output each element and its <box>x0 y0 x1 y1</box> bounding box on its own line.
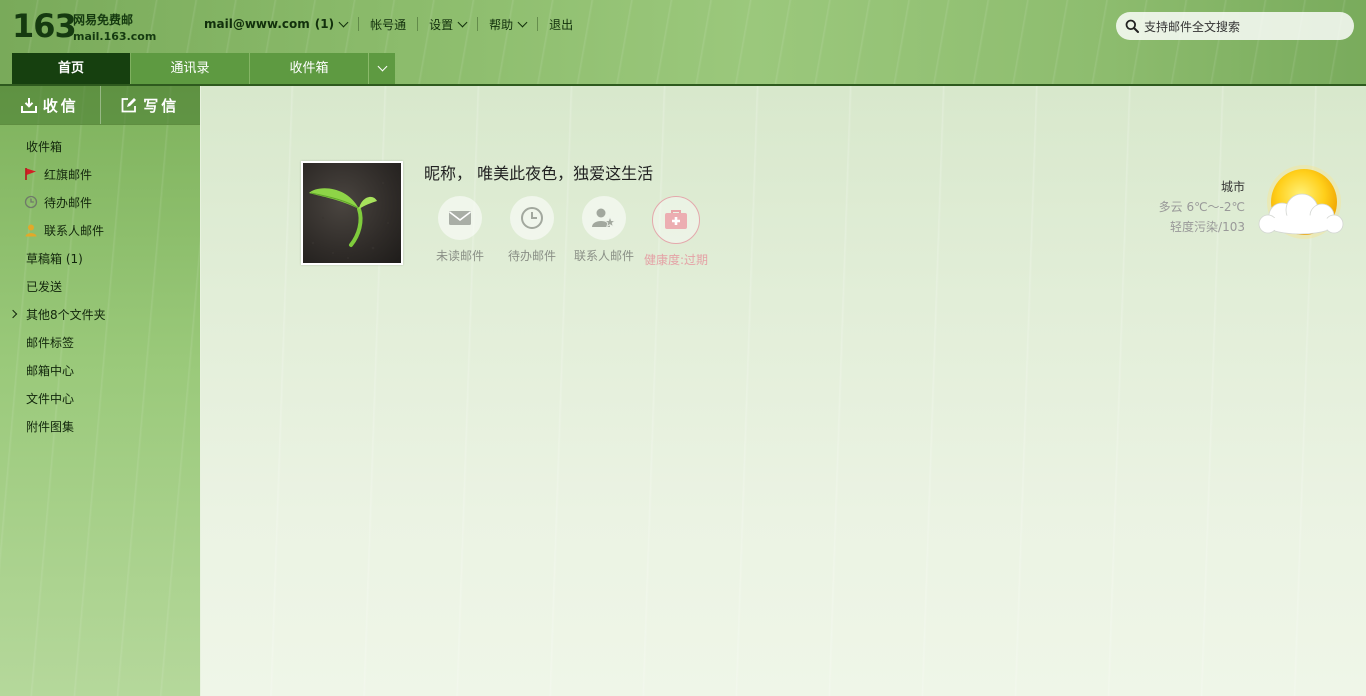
folder-label: 文件中心 <box>26 391 75 406</box>
logo-name: 网易免费邮 <box>73 13 134 27</box>
folder-label: 红旗邮件 <box>44 167 93 182</box>
account-center-link[interactable]: 帐号通 <box>359 15 417 33</box>
settings-menu[interactable]: 设置 <box>418 15 477 33</box>
help-menu[interactable]: 帮助 <box>478 15 537 33</box>
tab-home[interactable]: 首页 <box>12 53 130 84</box>
account-center-label: 帐号通 <box>370 17 407 32</box>
chevron-down-icon <box>457 17 468 27</box>
top-bar: 163 网易免费邮 mail.163.com mail@www.com (1) … <box>0 0 1366 86</box>
sprout-image <box>309 181 389 259</box>
mail-actions: 收信 写信 <box>0 86 200 125</box>
folder-file-center[interactable]: 文件中心 <box>0 384 200 412</box>
quick-todo-mail[interactable]: 待办邮件 <box>496 196 568 268</box>
folder-drafts[interactable]: 草稿箱 (1) <box>0 244 200 272</box>
compose-mail-button[interactable]: 写信 <box>99 86 200 124</box>
folder-attachment-gallery[interactable]: 附件图集 <box>0 412 200 440</box>
chevron-down-icon <box>377 61 387 72</box>
compose-mail-label: 写信 <box>143 96 180 115</box>
quick-label: 待办邮件 <box>507 249 556 263</box>
quick-health-status[interactable]: 健康度:过期 <box>640 196 712 268</box>
search-icon[interactable] <box>1125 19 1139 33</box>
chevron-down-icon <box>338 17 349 27</box>
folder-label: 邮箱中心 <box>26 363 75 378</box>
tab-inbox[interactable]: 收件箱 <box>250 53 368 84</box>
avatar[interactable] <box>301 161 403 265</box>
contact-star-icon <box>582 196 626 240</box>
folder-label: 附件图集 <box>26 419 75 434</box>
contact-person-icon <box>25 224 37 237</box>
compose-edit-icon <box>121 98 137 113</box>
main-tabs: 首页 通讯录 收件箱 <box>12 53 395 84</box>
logout-link[interactable]: 退出 <box>538 15 584 33</box>
weather-city: 城市 <box>1220 180 1245 194</box>
logo-number: 163 <box>12 7 77 45</box>
avatar-image <box>303 163 401 263</box>
search-box[interactable] <box>1116 12 1354 42</box>
folder-label: 其他8个文件夹 <box>26 307 106 322</box>
folder-label: 邮件标签 <box>26 335 75 350</box>
red-flag-icon <box>25 168 36 180</box>
quick-label: 联系人邮件 <box>573 249 634 263</box>
sun-cloud-icon <box>1258 165 1344 239</box>
logout-label: 退出 <box>549 17 574 32</box>
quick-contact-mail[interactable]: 联系人邮件 <box>568 196 640 268</box>
account-email: mail@www.com <box>204 17 310 31</box>
folder-label: 草稿箱 (1) <box>26 251 83 266</box>
account-count: (1) <box>314 17 335 31</box>
quick-links: 未读邮件 待办邮件 联系人邮件 健康度:过期 <box>424 196 712 268</box>
tab-contacts[interactable]: 通讯录 <box>131 53 249 84</box>
folder-contact-mail[interactable]: 联系人邮件 <box>0 216 200 244</box>
folder-label: 已发送 <box>26 279 63 294</box>
settings-label: 设置 <box>429 17 454 32</box>
folder-mail-center[interactable]: 邮箱中心 <box>0 356 200 384</box>
main-content: 昵称， 唯美此夜色，独爱这生活 未读邮件 待办邮件 联系人邮件 健康度:过期 城… <box>201 86 1366 696</box>
folder-label: 收件箱 <box>26 139 63 154</box>
folder-inbox[interactable]: 收件箱 <box>0 132 200 160</box>
clock-icon <box>510 196 554 240</box>
help-label: 帮助 <box>489 17 514 32</box>
quick-label: 健康度:过期 <box>643 253 709 267</box>
profile-nickname: 昵称， 唯美此夜色，独爱这生活 <box>424 164 654 183</box>
tabs-more-button[interactable] <box>369 53 395 84</box>
folder-mail-tags[interactable]: 邮件标签 <box>0 328 200 356</box>
receive-mail-label: 收信 <box>42 96 79 115</box>
quick-unread-mail[interactable]: 未读邮件 <box>424 196 496 268</box>
folder-label: 联系人邮件 <box>44 223 105 238</box>
folder-todo[interactable]: 待办邮件 <box>0 188 200 216</box>
folder-label: 待办邮件 <box>44 195 93 210</box>
inbox-download-icon <box>20 98 37 113</box>
weather-air-quality: 轻度污染/103 <box>1170 220 1245 234</box>
chevron-down-icon <box>517 17 528 27</box>
envelope-icon <box>438 196 482 240</box>
weather-widget[interactable]: 城市 多云 6℃～-2℃ 轻度污染/103 <box>1156 165 1366 262</box>
top-nav: mail@www.com (1) 帐号通 设置 帮助 退出 <box>204 14 584 34</box>
clock-icon <box>24 195 38 209</box>
expand-arrow-icon[interactable] <box>8 309 18 319</box>
sidebar: 收信 写信 收件箱 红旗邮件 待办邮件 联系人邮件 草稿箱 (1) 已发送 其他… <box>0 86 201 696</box>
folder-list: 收件箱 红旗邮件 待办邮件 联系人邮件 草稿箱 (1) 已发送 其他8个文件夹 … <box>0 132 200 440</box>
receive-mail-button[interactable]: 收信 <box>0 86 100 124</box>
folder-red-flag[interactable]: 红旗邮件 <box>0 160 200 188</box>
logo-domain: mail.163.com <box>73 30 157 43</box>
search-input[interactable] <box>1142 12 1346 42</box>
account-menu[interactable]: mail@www.com (1) <box>204 15 358 33</box>
medical-kit-icon <box>652 196 700 244</box>
folder-sent[interactable]: 已发送 <box>0 272 200 300</box>
quick-label: 未读邮件 <box>435 249 484 263</box>
folder-other-folders[interactable]: 其他8个文件夹 <box>0 300 200 328</box>
weather-temperature: 多云 6℃～-2℃ <box>1158 200 1245 214</box>
